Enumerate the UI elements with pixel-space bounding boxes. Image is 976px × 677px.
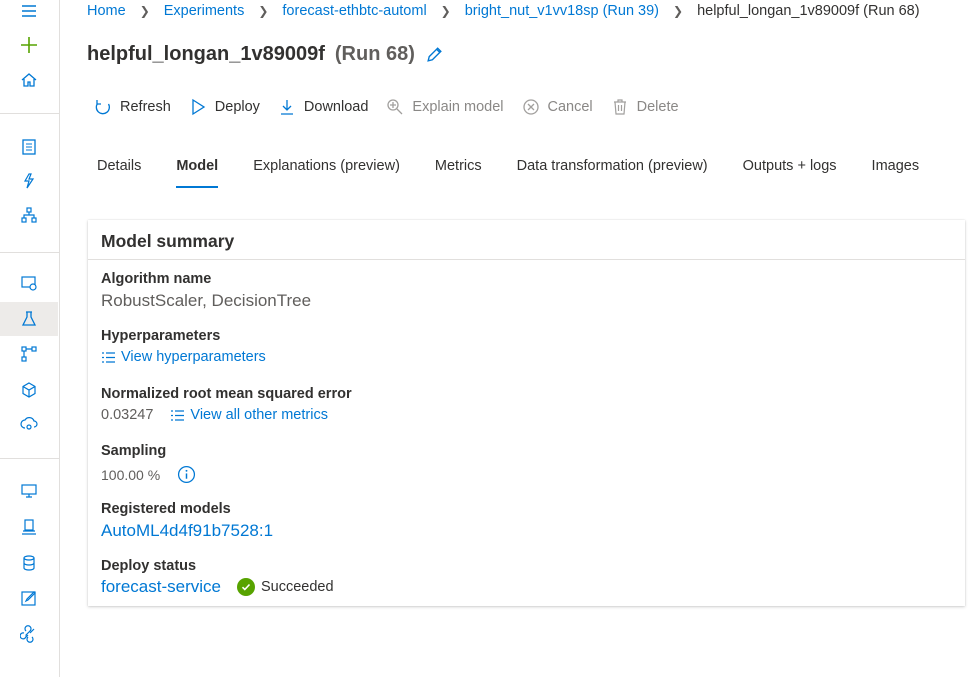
breadcrumb-experiments[interactable]: Experiments: [164, 3, 245, 19]
tab-model[interactable]: Model: [176, 152, 218, 188]
tab-data-transformation[interactable]: Data transformation (preview): [517, 152, 708, 188]
automl-icon[interactable]: [0, 164, 58, 198]
list-icon: [171, 409, 185, 421]
endpoints-icon[interactable]: [0, 407, 58, 441]
nrmse-value: 0.03247: [101, 407, 154, 423]
tab-bar: Details Model Explanations (preview) Met…: [97, 152, 954, 192]
breadcrumb-parent-run[interactable]: bright_nut_v1vv18sp (Run 39): [465, 3, 659, 19]
breadcrumb-experiment[interactable]: forecast-ethbtc-automl: [282, 3, 426, 19]
view-all-metrics-label: View all other metrics: [190, 407, 328, 423]
nrmse-row: 0.03247 View all other metrics: [101, 407, 352, 423]
run-number: (Run 68): [334, 43, 415, 65]
status-badge: Succeeded: [236, 578, 334, 596]
tab-explanations[interactable]: Explanations (preview): [253, 152, 400, 188]
view-all-metrics-link[interactable]: View all other metrics: [170, 407, 328, 423]
pipelines-icon[interactable]: [0, 337, 58, 371]
delete-label: Delete: [636, 99, 679, 115]
hyperparameters-section: Hyperparameters View hyperparameters: [101, 328, 266, 365]
edit-pencil-icon[interactable]: [425, 45, 444, 64]
deploy-label: Deploy: [214, 99, 260, 115]
cancel-label: Cancel: [547, 99, 593, 115]
algorithm-value: RobustScaler, DecisionTree: [101, 291, 312, 310]
chevron-right-icon: ❯: [258, 4, 269, 18]
algorithm-section: Algorithm name RobustScaler, DecisionTre…: [101, 271, 311, 311]
chevron-right-icon: ❯: [440, 4, 451, 18]
breadcrumb-home[interactable]: Home: [87, 3, 126, 19]
deploy-status-section: Deploy status forecast-service Succeeded: [101, 558, 334, 597]
refresh-label: Refresh: [120, 99, 171, 115]
run-name: helpful_longan_1v89009f: [87, 43, 325, 65]
cancel-icon: [522, 99, 539, 115]
registered-models-label: Registered models: [101, 501, 231, 517]
home-icon[interactable]: [0, 63, 58, 97]
hyperparameters-label: Hyperparameters: [101, 328, 221, 344]
hamburger-menu-icon[interactable]: [0, 0, 58, 28]
download-icon: [280, 100, 293, 115]
notebook-icon[interactable]: [0, 130, 58, 164]
trash-icon: [613, 99, 626, 115]
list-icon: [102, 351, 115, 363]
command-bar: Refresh Deploy Download Explain model Ca…: [94, 96, 697, 118]
deploy-status-label: Deploy status: [101, 558, 197, 574]
registered-model-link[interactable]: AutoML4d4f91b7528:1: [101, 521, 273, 541]
deploy-status-row: forecast-service Succeeded: [101, 577, 334, 597]
tab-metrics[interactable]: Metrics: [435, 152, 482, 188]
refresh-button[interactable]: Refresh: [94, 98, 171, 116]
experiments-icon[interactable]: [0, 302, 58, 336]
page-title: helpful_longan_1v89009f (Run 68): [87, 43, 444, 66]
view-hyperparameters-link[interactable]: View hyperparameters: [101, 349, 266, 365]
labeling-icon[interactable]: [0, 581, 58, 615]
plus-icon[interactable]: [0, 28, 58, 62]
download-label: Download: [303, 99, 369, 115]
tab-images[interactable]: Images: [872, 152, 920, 188]
explain-icon: [387, 99, 403, 115]
left-nav: [0, 0, 60, 677]
status-text: Succeeded: [260, 579, 334, 595]
algorithm-label: Algorithm name: [101, 271, 212, 287]
registered-models-section: Registered models AutoML4d4f91b7528:1: [101, 501, 273, 541]
download-button[interactable]: Download: [278, 98, 369, 116]
breadcrumb-current: helpful_longan_1v89009f (Run 68): [697, 3, 920, 19]
chevron-right-icon: ❯: [139, 4, 150, 18]
chevron-right-icon: ❯: [673, 4, 684, 18]
compute-icon[interactable]: [0, 474, 58, 508]
nrmse-label: Normalized root mean squared error: [101, 386, 352, 402]
play-icon: [192, 98, 205, 116]
view-hyperparameters-label: View hyperparameters: [121, 349, 266, 365]
card-heading: Model summary: [88, 220, 965, 260]
explain-label: Explain model: [412, 99, 504, 115]
models-icon[interactable]: [0, 373, 58, 407]
environments-icon[interactable]: [0, 510, 58, 544]
datastores-icon[interactable]: [0, 546, 58, 580]
service-link[interactable]: forecast-service: [101, 577, 221, 597]
refresh-icon: [95, 100, 110, 115]
checkmark-icon: [236, 578, 255, 596]
model-summary-card: Model summary Algorithm name RobustScale…: [88, 220, 965, 606]
datasets-icon[interactable]: [0, 266, 58, 300]
delete-button[interactable]: Delete: [611, 98, 679, 116]
cancel-button[interactable]: Cancel: [522, 98, 593, 116]
sampling-row: 100.00 %: [101, 465, 201, 484]
sampling-section: Sampling 100.00 %: [101, 443, 201, 484]
linked-services-icon[interactable]: [0, 617, 58, 651]
nrmse-section: Normalized root mean squared error 0.032…: [101, 386, 352, 423]
sampling-value: 100.00 %: [101, 466, 161, 483]
sampling-label: Sampling: [101, 443, 167, 459]
info-icon[interactable]: [177, 465, 196, 484]
tab-outputs-logs[interactable]: Outputs + logs: [743, 152, 837, 188]
designer-icon[interactable]: [0, 198, 58, 232]
tab-details[interactable]: Details: [97, 152, 141, 188]
breadcrumb: Home ❯ Experiments ❯ forecast-ethbtc-aut…: [87, 2, 920, 20]
explain-model-button[interactable]: Explain model: [386, 98, 504, 116]
deploy-button[interactable]: Deploy: [189, 98, 260, 116]
